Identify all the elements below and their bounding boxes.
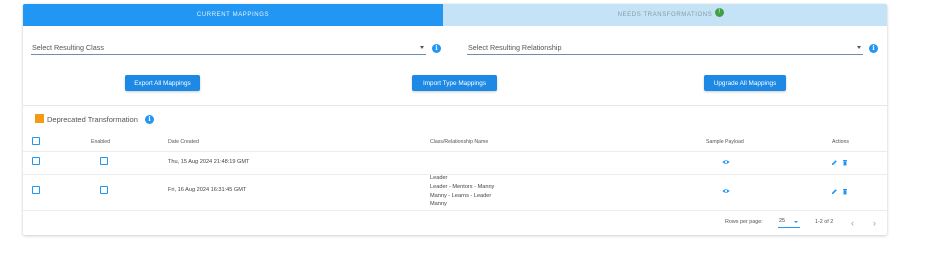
- alert-badge: !: [715, 8, 724, 17]
- info-icon[interactable]: i: [145, 115, 154, 124]
- eye-icon[interactable]: [722, 159, 730, 165]
- tab-bar: CURRENT MAPPINGS NEEDS TRANSFORMATIONS !: [23, 4, 887, 26]
- tab-current-mappings[interactable]: CURRENT MAPPINGS: [23, 4, 443, 26]
- mappings-panel: CURRENT MAPPINGS NEEDS TRANSFORMATIONS !…: [23, 4, 887, 235]
- upgrade-all-mappings-label: Upgrade All Mappings: [713, 79, 777, 87]
- next-page-icon[interactable]: ›: [873, 219, 876, 228]
- resulting-relationship-placeholder: Select Resulting Relationship: [468, 43, 562, 52]
- name-line: Leader: [430, 175, 448, 181]
- deprecated-swatch: [35, 114, 44, 123]
- enabled-checkbox[interactable]: [100, 186, 108, 194]
- delete-icon[interactable]: [842, 159, 848, 166]
- row-divider: [23, 151, 887, 152]
- export-all-mappings-button[interactable]: Export All Mappings: [125, 75, 200, 91]
- edit-icon[interactable]: [831, 188, 838, 195]
- chevron-down-icon: [420, 46, 424, 49]
- date-created-cell: Thu, 15 Aug 2024 21:48:19 GMT: [168, 159, 250, 165]
- deprecated-legend-label: Deprecated Transformation: [47, 115, 138, 124]
- tab-current-mappings-label: CURRENT MAPPINGS: [196, 12, 270, 18]
- resulting-class-select[interactable]: Select Resulting Class: [31, 41, 426, 55]
- row-divider: [23, 210, 887, 211]
- select-all-checkbox[interactable]: [32, 137, 40, 145]
- import-type-mappings-label: Import Type Mappings: [422, 79, 487, 87]
- enabled-checkbox[interactable]: [100, 157, 108, 165]
- import-type-mappings-button[interactable]: Import Type Mappings: [412, 75, 497, 91]
- edit-icon[interactable]: [831, 159, 838, 166]
- tab-needs-transformations[interactable]: NEEDS TRANSFORMATIONS !: [443, 4, 887, 26]
- info-icon[interactable]: i: [869, 44, 878, 53]
- chevron-down-icon: [794, 221, 798, 223]
- rows-per-page-value: 25: [779, 218, 785, 224]
- name-line: Leader - Mentors - Manny: [430, 183, 495, 190]
- rows-per-page-label: Rows per page:: [725, 219, 763, 225]
- rows-per-page-select[interactable]: 25: [778, 216, 800, 228]
- eye-icon[interactable]: [722, 188, 730, 194]
- tab-needs-transformations-label: NEEDS TRANSFORMATIONS: [617, 12, 713, 18]
- resulting-relationship-select[interactable]: Select Resulting Relationship: [467, 41, 863, 55]
- delete-icon[interactable]: [842, 188, 848, 195]
- row-select-checkbox[interactable]: [32, 186, 40, 194]
- header-sample-payload: Sample Payload: [706, 139, 744, 145]
- name-line: Manny: [430, 201, 447, 208]
- chevron-down-icon: [857, 46, 861, 49]
- date-created-cell: Fri, 16 Aug 2024 16:31:45 GMT: [168, 187, 247, 193]
- name-line: Manny - Learns - Leader: [430, 192, 492, 199]
- upgrade-all-mappings-button[interactable]: Upgrade All Mappings: [704, 75, 786, 91]
- info-icon[interactable]: i: [432, 44, 441, 53]
- pagination-range: 1-2 of 2: [815, 219, 834, 225]
- section-divider: [23, 105, 887, 106]
- header-date-created: Date Created: [168, 139, 199, 145]
- resulting-class-placeholder: Select Resulting Class: [32, 43, 104, 52]
- previous-page-icon[interactable]: ‹: [851, 219, 854, 228]
- header-enabled: Enabled: [91, 139, 111, 145]
- export-all-mappings-label: Export All Mappings: [134, 79, 191, 87]
- row-select-checkbox[interactable]: [32, 157, 40, 165]
- header-class-relationship-name: Class/Relationship Name: [430, 139, 489, 145]
- header-actions: Actions: [832, 139, 850, 145]
- class-relationship-name-cell: Leader Leader - Mentors - Manny Manny - …: [430, 174, 494, 209]
